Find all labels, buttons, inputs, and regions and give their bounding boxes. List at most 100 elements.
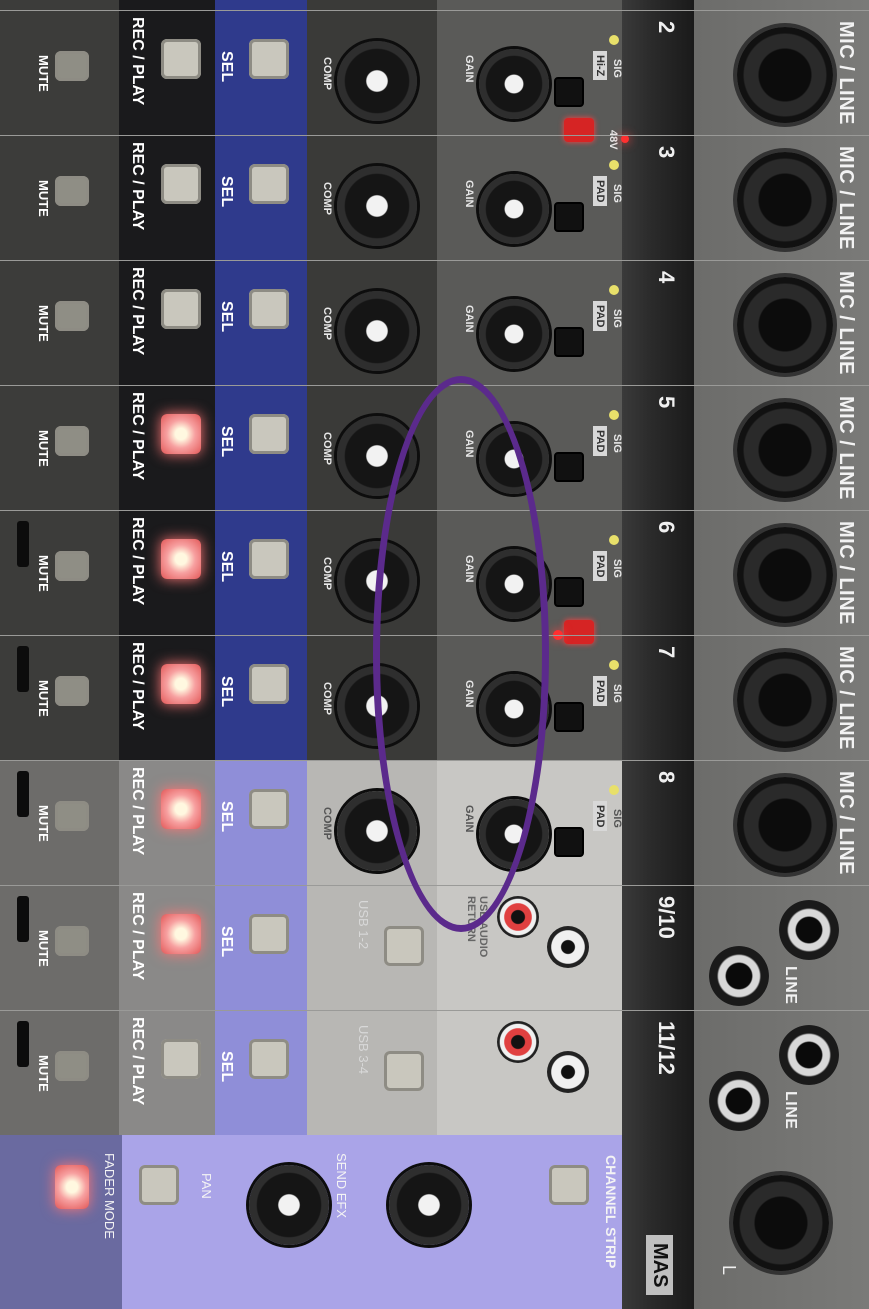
mute-label: MUTE [36,930,51,967]
usb-3-4-label: USB 3-4 [356,1025,371,1075]
fader-knob[interactable] [17,771,29,817]
master-xlr-jack[interactable] [733,1175,829,1271]
rec-play-label: REC / PLAY [129,142,146,231]
master-label: MAS [646,1235,673,1296]
gain-knob[interactable] [479,174,549,244]
sig-label: SIG [611,184,623,203]
pad-label: PAD [593,176,607,207]
rca-right[interactable] [497,1021,539,1063]
sel-button[interactable] [249,789,289,829]
line-jack-left[interactable] [709,1071,769,1131]
comp-knob[interactable] [337,291,417,371]
jack-label: MIC / LINE [835,521,857,625]
mute-label: MUTE [36,1055,51,1092]
mute-label: MUTE [36,680,51,717]
sel-button[interactable] [249,539,289,579]
sig-led [609,410,619,420]
mute-button[interactable] [55,676,89,706]
mute-button[interactable] [55,301,89,331]
pad-switch[interactable] [554,202,584,232]
xlr-jack[interactable] [737,652,833,748]
sig-label: SIG [611,59,623,78]
rec-play-button[interactable] [161,539,201,579]
rec-play-label: REC / PLAY [129,17,146,106]
rec-play-button[interactable] [161,914,201,954]
comp-label: COMP [321,682,333,715]
channel-number: 4 [654,271,679,284]
send-efx-knob[interactable] [389,1165,469,1245]
rec-play-button[interactable] [161,289,201,329]
usb-1-2-button[interactable] [384,926,424,966]
sel-button[interactable] [249,414,289,454]
rec-play-label: REC / PLAY [129,267,146,356]
mute-button[interactable] [55,51,89,81]
xlr-jack[interactable] [737,152,833,248]
mute-button[interactable] [55,551,89,581]
sel-label: SEL [218,676,235,708]
xlr-jack[interactable] [737,27,833,123]
sel-button[interactable] [249,914,289,954]
line-jack-right[interactable] [779,900,839,960]
pad-switch[interactable] [554,702,584,732]
sel-button[interactable] [249,1039,289,1079]
comp-label: COMP [321,307,333,340]
line-jack-left[interactable] [709,946,769,1006]
mute-button[interactable] [55,926,89,956]
mute-button[interactable] [55,176,89,206]
xlr-jack[interactable] [737,777,833,873]
comp-label: COMP [321,432,333,465]
channel-number: 11/12 [654,1021,679,1075]
sel-button[interactable] [249,164,289,204]
rec-play-button[interactable] [161,664,201,704]
comp-knob[interactable] [337,41,417,121]
pad-switch[interactable] [554,577,584,607]
mute-label: MUTE [36,55,51,92]
sig-led [609,285,619,295]
channel-strip-button[interactable] [549,1165,589,1205]
rec-play-button[interactable] [161,39,201,79]
rec-play-button[interactable] [161,1039,201,1079]
fader-knob[interactable] [17,521,29,567]
gain-knob[interactable] [479,49,549,119]
pad-label: PAD [593,426,607,457]
mute-label: MUTE [36,430,51,467]
sel-button[interactable] [249,289,289,329]
jack-label: MIC / LINE [835,771,857,875]
pad-switch[interactable] [554,327,584,357]
line-label: LINE [782,966,799,1005]
mute-button[interactable] [55,426,89,456]
mute-button[interactable] [55,801,89,831]
master-sel-button[interactable] [139,1165,179,1205]
fader-knob[interactable] [17,646,29,692]
sig-led [609,785,619,795]
pad-switch[interactable] [554,827,584,857]
sel-button[interactable] [249,39,289,79]
comp-label: COMP [321,57,333,90]
rec-play-button[interactable] [161,414,201,454]
xlr-jack[interactable] [737,527,833,623]
gain-knob[interactable] [479,299,549,369]
rca-right[interactable] [497,896,539,938]
sel-label: SEL [218,926,235,958]
sel-button[interactable] [249,664,289,704]
pad-switch[interactable] [554,452,584,482]
line-jack-right[interactable] [779,1025,839,1085]
rec-play-button[interactable] [161,789,201,829]
usb-3-4-button[interactable] [384,1051,424,1091]
comp-label: COMP [321,807,333,840]
rca-left[interactable] [547,1051,589,1093]
sel-label: SEL [218,801,235,833]
xlr-jack[interactable] [737,402,833,498]
fader-knob[interactable] [17,896,29,942]
rec-play-button[interactable] [161,164,201,204]
channel-number: 7 [654,646,679,659]
rca-left[interactable] [547,926,589,968]
fader-mode-button[interactable] [55,1165,89,1209]
hiz-switch[interactable] [554,77,584,107]
pan-knob[interactable] [249,1165,329,1245]
rec-play-label: REC / PLAY [129,642,146,731]
comp-knob[interactable] [337,166,417,246]
mute-button[interactable] [55,1051,89,1081]
xlr-jack[interactable] [737,277,833,373]
fader-knob[interactable] [17,1021,29,1067]
